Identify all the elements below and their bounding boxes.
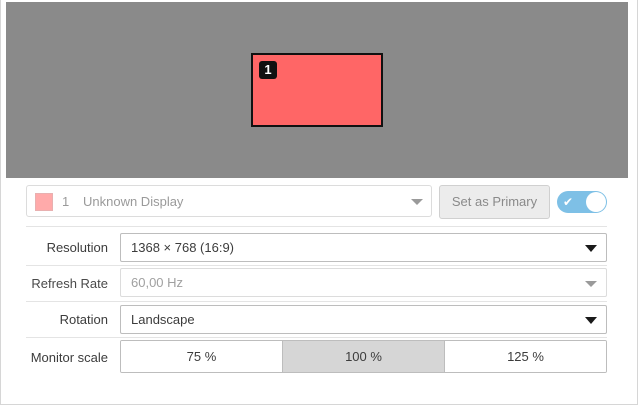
monitor-scale-label: Monitor scale	[30, 350, 108, 365]
monitor-scale-buttons: 75 % 100 % 125 %	[120, 340, 607, 373]
monitor-tile[interactable]: 1	[251, 53, 383, 127]
divider	[26, 301, 607, 302]
rotation-label: Rotation	[59, 312, 108, 327]
divider	[26, 337, 607, 338]
scale-option-75[interactable]: 75 %	[121, 341, 283, 372]
chevron-down-icon	[585, 281, 597, 287]
refresh-rate-label: Refresh Rate	[31, 276, 108, 291]
divider	[26, 226, 607, 227]
display-settings-panel: 1 1 Unknown Display Set as Primary ✔ Res…	[0, 0, 638, 405]
check-icon: ✔	[563, 195, 574, 209]
resolution-dropdown[interactable]: 1368 × 768 (16:9)	[120, 233, 607, 262]
display-name: Unknown Display	[83, 194, 184, 209]
resolution-label: Resolution	[46, 240, 108, 255]
toggle-knob	[586, 192, 606, 212]
display-selector[interactable]: 1 Unknown Display	[26, 185, 432, 217]
rotation-dropdown[interactable]: Landscape	[120, 305, 607, 334]
divider	[26, 265, 607, 266]
rotation-value: Landscape	[131, 312, 195, 327]
chevron-down-icon	[411, 199, 423, 205]
refresh-rate-dropdown[interactable]: 60,00 Hz	[120, 268, 607, 297]
display-number: 1	[62, 194, 70, 209]
chevron-down-icon	[585, 317, 597, 324]
refresh-rate-value: 60,00 Hz	[131, 275, 184, 290]
scale-option-125[interactable]: 125 %	[445, 341, 606, 372]
monitor-arrangement-preview: 1	[6, 2, 628, 178]
set-as-primary-button[interactable]: Set as Primary	[439, 185, 550, 219]
resolution-value: 1368 × 768 (16:9)	[131, 240, 234, 255]
chevron-down-icon	[585, 245, 597, 252]
scale-option-100[interactable]: 100 %	[283, 341, 445, 372]
display-enabled-toggle[interactable]: ✔	[557, 191, 607, 213]
monitor-number-badge: 1	[259, 61, 277, 79]
display-color-swatch	[35, 193, 53, 211]
